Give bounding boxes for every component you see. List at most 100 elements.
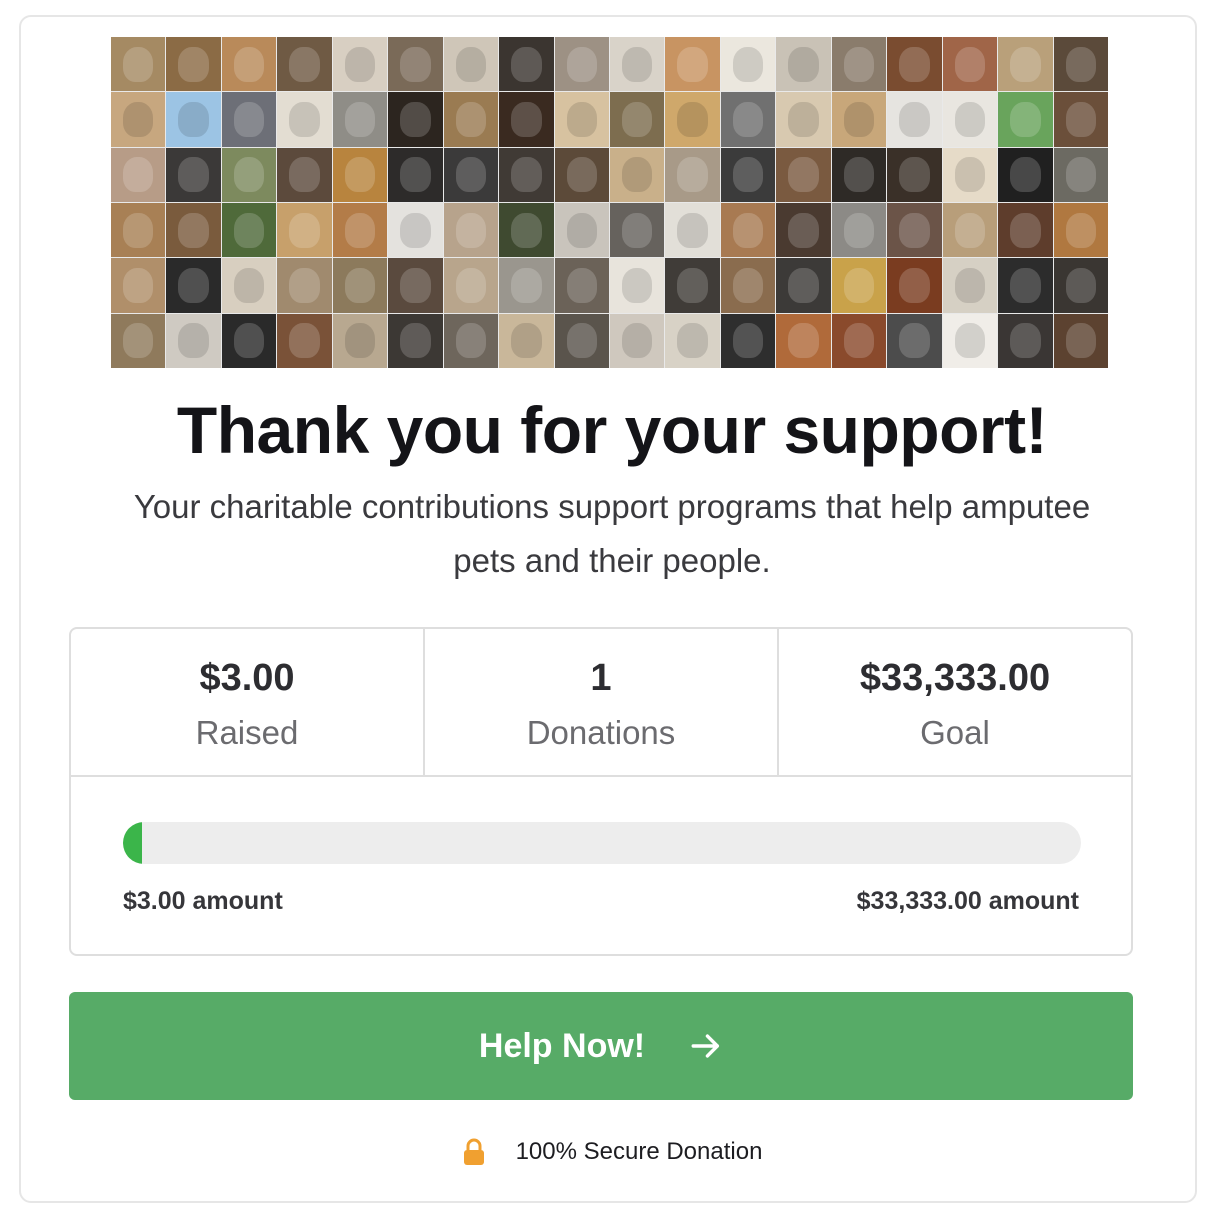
pet-photo-tile [776,37,831,92]
pet-photo-tile [998,313,1053,368]
help-now-button-label: Help Now! [478,1026,646,1065]
pet-photo-tile [388,37,443,92]
fundraising-stats-panel: $3.00 Raised 1 Donations $33,333.00 Goal… [69,627,1133,956]
pet-photo-tile [720,37,776,92]
pet-photo-tile [887,202,942,258]
pet-photo-tile [609,202,665,258]
pet-photo-tile [221,37,277,92]
pet-photo-tile [776,202,831,258]
pet-photo-tile [166,92,221,147]
pet-photo-tile [111,258,166,313]
stat-goal: $33,333.00 Goal [779,629,1131,775]
pet-photo-tile [443,37,499,92]
pet-photo-tile [665,147,720,202]
pet-photo-tile [332,313,388,368]
pet-photo-tile [499,92,554,147]
lock-icon [463,1138,484,1165]
pet-photo-tile [720,258,776,313]
pet-photo-tile [998,92,1053,147]
pet-photo-tile [499,313,554,368]
pet-photo-tile [665,313,720,368]
pet-photo-tile [887,147,942,202]
pet-photo-tile [388,147,443,202]
pet-photo-tile [554,258,609,313]
pet-photo-tile [221,258,277,313]
pet-photo-tile [887,258,942,313]
stat-donations: 1 Donations [425,629,779,775]
stats-row: $3.00 Raised 1 Donations $33,333.00 Goal [71,629,1131,777]
pet-photo-tile [166,147,221,202]
pet-photo-tile [332,258,388,313]
pet-photo-tile [166,313,221,368]
pet-photo-tile [1053,258,1108,313]
pet-photo-tile [221,202,277,258]
pet-photo-tile [998,37,1053,92]
pet-photo-tile [998,202,1053,258]
progress-min-label: $3.00 amount [123,887,283,915]
pet-photo-tile [277,147,332,202]
pet-photo-tile [776,313,831,368]
pet-photo-tile [277,258,332,313]
pet-photo-tile [221,313,277,368]
pet-photo-tile [942,92,998,147]
pet-photo-tile [166,37,221,92]
pet-photo-tile [554,147,609,202]
pet-photo-tile [388,92,443,147]
pet-photo-tile [942,147,998,202]
pet-photo-tile [609,92,665,147]
pet-photo-tile [998,147,1053,202]
pet-photo-tile [887,92,942,147]
pet-photo-tile [221,147,277,202]
pet-photo-tile [831,147,887,202]
pet-photo-tile [443,202,499,258]
pet-photo-tile [499,202,554,258]
pet-photo-tile [499,258,554,313]
pet-photo-tile [665,92,720,147]
pet-photo-tile [831,313,887,368]
pet-photo-tile [831,258,887,313]
pet-photo-tile [332,147,388,202]
pet-photo-tile [499,147,554,202]
pet-photo-tile [554,313,609,368]
pet-photo-tile [111,92,166,147]
pet-photo-tile [499,37,554,92]
pet-photo-tile [111,202,166,258]
stat-donations-label: Donations [526,714,676,751]
pet-photo-tile [887,37,942,92]
stat-goal-value: $33,333.00 [859,657,1051,699]
arrow-right-icon [691,1034,720,1058]
pet-photo-tile [887,313,942,368]
pet-photo-tile [111,313,166,368]
pet-photo-tile [554,37,609,92]
pet-photo-tile [111,37,166,92]
pet-photo-tile [942,313,998,368]
pet-photo-tile [720,202,776,258]
pet-photo-tile [388,313,443,368]
pet-photo-tile [388,202,443,258]
page-title: Thank you for your support! [176,393,1048,467]
progress-bar-fill [123,822,143,864]
pet-photo-tile [277,37,332,92]
pet-photo-tile [831,202,887,258]
pet-photo-tile [720,147,776,202]
pet-photo-tile [942,202,998,258]
stat-raised-label: Raised [195,714,299,751]
pet-photo-tile [720,313,776,368]
pet-photo-tile [332,202,388,258]
pet-photo-tile [609,37,665,92]
help-now-button[interactable]: Help Now! [69,992,1133,1100]
page-subtitle: Your charitable contributions support pr… [133,488,1091,579]
stat-donations-value: 1 [590,657,612,699]
pet-photo-tile [942,258,998,313]
progress-bar [123,822,1081,864]
pet-photo-tile [665,37,720,92]
pet-photo-tile [332,37,388,92]
pet-photo-tile [554,92,609,147]
pet-photo-tile [277,92,332,147]
pet-photo-tile [1053,92,1108,147]
pet-photo-tile [831,92,887,147]
secure-donation-text: 100% Secure Donation [515,1138,763,1165]
stat-raised-value: $3.00 [199,657,295,699]
pet-photo-tile [277,202,332,258]
pet-photo-tile [1053,147,1108,202]
